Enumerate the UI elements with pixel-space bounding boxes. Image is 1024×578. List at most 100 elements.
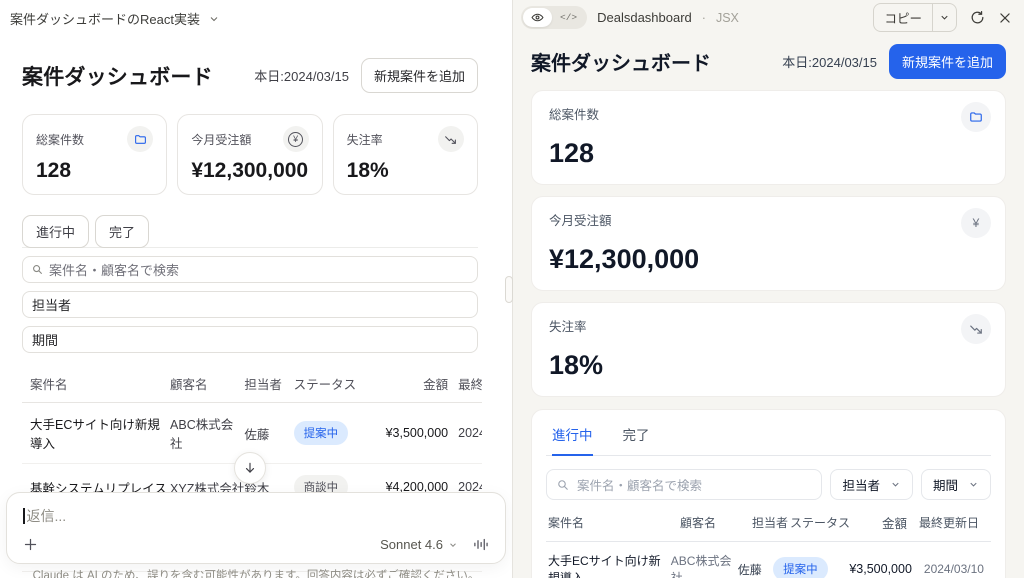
stat-value: 18% xyxy=(549,350,604,380)
tab-done[interactable]: 完了 xyxy=(95,215,150,248)
trending-down-icon xyxy=(437,126,464,152)
col-client: 顧客名 xyxy=(170,378,208,392)
panel-resize-handle[interactable] xyxy=(505,276,513,303)
owner-filter-select[interactable]: 担当者 xyxy=(830,469,913,500)
deal-status: 提案中 xyxy=(293,421,383,445)
col-updated: 最終更新日 xyxy=(458,378,482,392)
table-header-row: 案件名 顧客名 担当者 ステータス 金額 最終更新日 xyxy=(546,513,991,542)
stat-value: ¥12,300,000 xyxy=(191,159,309,182)
chevron-down-icon xyxy=(892,482,899,487)
col-owner: 担当者 xyxy=(752,516,789,530)
search-icon xyxy=(558,479,568,490)
deal-owner: 佐藤 xyxy=(737,562,762,577)
stat-card-total-deals: 総案件数 128 xyxy=(531,90,1006,185)
col-status: ステータス xyxy=(293,378,357,392)
stat-label: 失注率 xyxy=(549,320,587,334)
stat-value: ¥12,300,000 xyxy=(549,244,700,274)
tab-done[interactable]: 完了 xyxy=(623,424,650,455)
attach-plus-button[interactable] xyxy=(23,537,38,552)
chat-pane: 案件ダッシュボードのReact実装 案件ダッシュボード 本日:2024/03/1… xyxy=(0,0,512,578)
col-updated: 最終更新日 xyxy=(919,516,980,530)
table-header-row: 案件名 顧客名 担当者 ステータス 金額 最終更新日 xyxy=(22,370,482,403)
chevron-down-icon xyxy=(210,16,218,21)
preview-today-date: 本日:2024/03/15 xyxy=(254,69,349,84)
scroll-to-bottom-button[interactable] xyxy=(234,452,266,484)
arrow-down-icon xyxy=(245,462,255,473)
composer-placeholder: 返信... xyxy=(26,508,67,524)
search-placeholder: 案件名・顧客名で検索 xyxy=(49,263,180,278)
artifact-language: JSX xyxy=(715,10,739,25)
preview-tabs: 進行中 完了 xyxy=(22,215,478,248)
deals-table: 案件名 顧客名 担当者 ステータス 金額 最終更新日 大手ECサイト向け新規導入… xyxy=(546,513,991,578)
preview-add-deal-button[interactable]: 新規案件を追加 xyxy=(360,58,478,93)
artifact-title: Dealsdashboard xyxy=(597,10,692,25)
stat-card-loss-rate: 失注率 18% xyxy=(531,302,1006,397)
preview-owner-filter[interactable]: 担当者 xyxy=(22,291,478,318)
stat-card-loss-rate: 失注率 18% xyxy=(332,114,478,195)
conversation-title-menu[interactable]: 案件ダッシュボードのReact実装 xyxy=(0,0,512,28)
stat-value: 18% xyxy=(346,159,389,182)
artifact-render-area: 案件ダッシュボード 本日:2024/03/15 新規案件を追加 総案件数 128… xyxy=(513,31,1024,578)
deal-status: 提案中 xyxy=(773,557,849,578)
preview-stat-cards: 総案件数 128 今月受注額 ¥ ¥12,300,000 失注率 18% xyxy=(22,114,478,195)
copy-split-button[interactable]: コピー xyxy=(873,3,957,32)
add-deal-button[interactable]: 新規案件を追加 xyxy=(888,44,1006,79)
deals-tabs: 進行中 完了 xyxy=(546,424,991,456)
text-cursor xyxy=(23,508,25,524)
tab-in-progress[interactable]: 進行中 xyxy=(552,424,593,456)
preview-period-filter[interactable]: 期間 xyxy=(22,326,478,353)
chevron-down-icon xyxy=(941,15,948,20)
deal-client: ABC株式会社 xyxy=(670,554,732,578)
conversation-title: 案件ダッシュボードのReact実装 xyxy=(10,12,200,27)
chevron-down-icon xyxy=(450,542,456,547)
col-name: 案件名 xyxy=(30,378,68,392)
deal-amount: ¥3,500,000 xyxy=(849,562,912,576)
folder-icon xyxy=(127,126,154,152)
preview-code-toggle: </> xyxy=(521,6,588,29)
deal-updated: 2024/03/10 xyxy=(923,562,984,576)
refresh-button[interactable] xyxy=(970,10,985,25)
waveform-icon xyxy=(474,538,488,551)
copy-options-button[interactable] xyxy=(933,8,956,27)
close-icon xyxy=(1000,12,1010,23)
app-window: 案件ダッシュボードのReact実装 案件ダッシュボード 本日:2024/03/1… xyxy=(0,0,1024,578)
close-artifact-button[interactable] xyxy=(998,11,1012,25)
dashboard-title: 案件ダッシュボード xyxy=(531,53,711,75)
period-filter-select[interactable]: 期間 xyxy=(920,469,991,500)
stat-label: 今月受注額 xyxy=(191,132,252,147)
search-placeholder: 案件名・顧客名で検索 xyxy=(577,479,703,493)
col-client: 顧客名 xyxy=(680,516,717,530)
deal-updated: 2024/03/10 xyxy=(458,426,482,440)
trending-down-icon xyxy=(961,314,991,344)
select-value: 期間 xyxy=(932,479,958,493)
artifact-header: </> Dealsdashboard · JSX コピー xyxy=(513,0,1024,32)
model-selector[interactable]: Sonnet 4.6 xyxy=(380,537,458,552)
code-toggle-button[interactable]: </> xyxy=(552,9,585,26)
stat-label: 総案件数 xyxy=(36,132,85,147)
stat-label: 失注率 xyxy=(346,132,383,147)
artifact-pane: </> Dealsdashboard · JSX コピー 案件ダッシュボード 本… xyxy=(512,0,1024,578)
deal-owner: 佐藤 xyxy=(244,427,270,442)
status-badge: 提案中 xyxy=(773,557,828,578)
col-status: ステータス xyxy=(790,516,851,530)
copy-label[interactable]: コピー xyxy=(874,4,933,31)
stat-card-monthly-orders: 今月受注額 ¥ ¥12,300,000 xyxy=(531,196,1006,291)
model-name: Sonnet 4.6 xyxy=(380,537,443,552)
voice-input-button[interactable] xyxy=(472,537,489,552)
preview-toggle-button[interactable] xyxy=(523,8,552,27)
stat-value: 128 xyxy=(549,138,595,168)
filter-label: 期間 xyxy=(32,333,59,348)
deal-name: 大手ECサイト向け新規導入 xyxy=(548,554,661,578)
select-value: 担当者 xyxy=(842,479,880,493)
search-input[interactable]: 案件名・顧客名で検索 xyxy=(546,469,823,500)
preview-search-input[interactable]: 案件名・顧客名で検索 xyxy=(22,256,478,283)
deal-amount: ¥3,500,000 xyxy=(385,426,449,440)
table-row[interactable]: 大手ECサイト向け新規導入 ABC株式会社 佐藤 提案中 ¥3,500,000 … xyxy=(546,542,991,578)
eye-icon xyxy=(531,13,544,22)
col-owner: 担当者 xyxy=(244,378,282,392)
tab-in-progress[interactable]: 進行中 xyxy=(22,215,90,248)
stat-card-monthly-orders: 今月受注額 ¥ ¥12,300,000 xyxy=(177,114,323,195)
refresh-icon xyxy=(971,10,984,24)
reply-composer[interactable]: 返信... Sonnet 4.6 xyxy=(6,492,506,564)
status-badge: 提案中 xyxy=(293,421,349,445)
